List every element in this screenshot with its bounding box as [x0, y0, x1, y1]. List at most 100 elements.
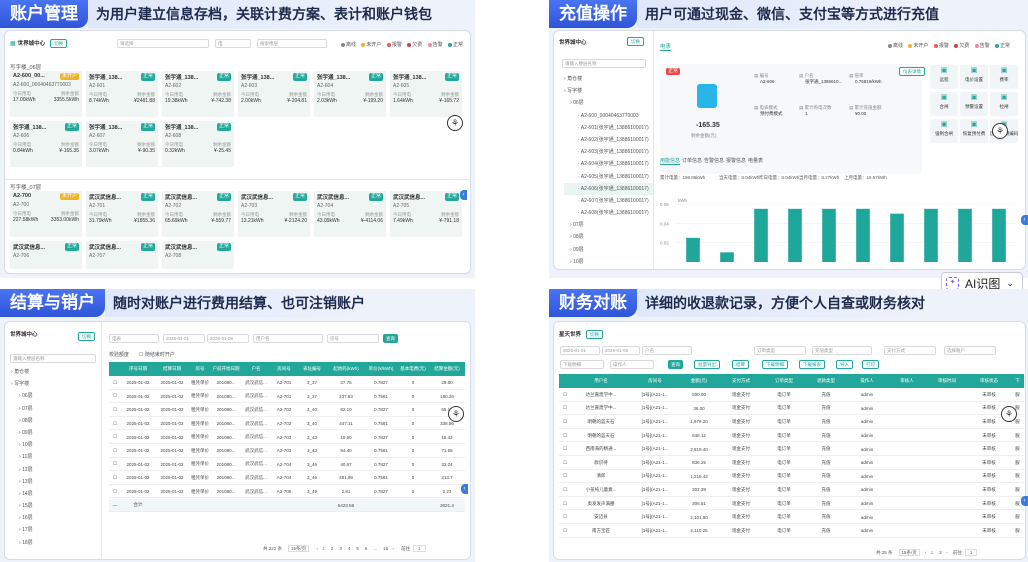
- page-number[interactable]: ...: [373, 546, 377, 551]
- table-row[interactable]: ☐ 小孩纯儿童素... [1号](A21-1... 302.39 现金支付 电订单 充值 ad…: [559, 484, 1024, 497]
- row-checkbox[interactable]: ☐: [559, 528, 571, 534]
- row-checkbox[interactable]: ☐: [559, 473, 571, 479]
- column-header[interactable]: 金额(元): [679, 378, 719, 384]
- meter-card[interactable]: 武汉武信息... 正常 A2-703 今日用电 剩余金额 13.21kWh ¥-2124.2…: [238, 191, 310, 237]
- page-number[interactable]: 3: [339, 546, 342, 551]
- meter-card[interactable]: A2-700 未开户 A2-700 今日用电 剩余金额 227.58kWh 3353.00k…: [10, 191, 82, 237]
- column-header[interactable]: 审核时间: [927, 378, 967, 384]
- row-checkbox[interactable]: ☐: [559, 405, 571, 411]
- meter-card[interactable]: 武汉武信息... 正常 A2-705 今日用电 剩余金额 7.49kWh ¥-791.18: [390, 191, 462, 237]
- row-checkbox[interactable]: ☐: [109, 380, 121, 386]
- prev-page-icon[interactable]: ‹: [315, 546, 319, 551]
- column-header[interactable]: 表址编号: [297, 366, 327, 372]
- tree-node[interactable]: › 12层: [11, 464, 97, 476]
- meter-card[interactable]: 武汉武信息... 正常 A2-708: [162, 241, 234, 269]
- table-row[interactable]: ☐ 西南海的精通... [1号](A21-1... 2,819.40 现金支付 电订单 充值…: [559, 443, 1024, 456]
- order-type-select[interactable]: 订单类型: [754, 346, 806, 355]
- operator-input[interactable]: 操作人: [610, 360, 654, 369]
- tree-node[interactable]: › 08层: [564, 231, 654, 243]
- column-header[interactable]: 房间号: [271, 366, 297, 372]
- action-button[interactable]: ▣ 合闸: [930, 92, 958, 116]
- tree-node[interactable]: · A2-603(张宇通_13886100017): [564, 146, 654, 158]
- column-header[interactable]: 基本电费(元): [397, 366, 429, 372]
- row-checkbox[interactable]: ☐: [559, 501, 571, 507]
- meter-card[interactable]: 张宇通_138... 正常 A2-607 今日用电 剩余金额 3.07kWh ¥-90.35: [86, 121, 158, 167]
- tree-node[interactable]: › 07层: [11, 403, 97, 415]
- meter-card[interactable]: 张宇通_138... 正常 A2-606 今日用电 剩余金额 0.84kWh ¥-165.3…: [10, 121, 82, 167]
- meter-card[interactable]: 张宇通_138... 正常 A2-603 今日用电 剩余金额 2.00kWh ¥-204.8…: [238, 71, 310, 117]
- search-button[interactable]: 查询: [668, 360, 683, 369]
- tree-node[interactable]: › 16层: [11, 512, 97, 524]
- settle-button[interactable]: 结算: [732, 360, 749, 369]
- print-button[interactable]: 打印: [862, 360, 879, 369]
- meter-detail-button[interactable]: 仪表详情: [899, 67, 925, 76]
- tree-node[interactable]: · A2-607(张宇通_13886100017): [564, 195, 654, 207]
- tree-node[interactable]: › 06层: [564, 97, 654, 109]
- tree-node[interactable]: › 写字楼: [11, 378, 97, 390]
- table-row[interactable]: ☐ 南方宝匠 [1号](A21-1... 2,110.25 现金支付 电订单 充值 admin…: [559, 525, 1024, 538]
- start-date-input[interactable]: 2025-01-01: [163, 334, 205, 343]
- table-row[interactable]: ☐ 明朝的蓝天石 [1号](A21-1... 648.12 现金支付 电订单 充值 admin…: [559, 430, 1024, 443]
- row-checkbox[interactable]: ☐: [559, 487, 571, 493]
- floor-search-input[interactable]: 请输入楼层名称: [10, 354, 96, 363]
- table-row[interactable]: ☐ 达兰嘉煌学中... [1号](A21-1... 36.00 现金支付 电订单 充值 adm…: [559, 403, 1024, 416]
- end-date-input[interactable]: 2025-01-08: [207, 334, 249, 343]
- table-row[interactable]: ☐ 2025-01-02 2025-01-02 租凭单价 201080... 武汉武信..…: [109, 418, 465, 431]
- assistant-icon[interactable]: ⚘: [448, 406, 464, 422]
- action-button[interactable]: ▣ 电价设置: [960, 65, 988, 89]
- table-row[interactable]: ☐ 明朝的蓝天石 [1号](A21-1... 1,879.20 现金支付 电订单 充值 adm…: [559, 416, 1024, 429]
- action-button[interactable]: ▣ 强制合闸: [930, 119, 958, 143]
- switch-button[interactable]: 切换: [586, 329, 604, 339]
- page-number[interactable]: 15: [383, 546, 388, 551]
- row-checkbox[interactable]: ☐: [559, 514, 571, 520]
- switch-button[interactable]: 切换: [78, 332, 95, 341]
- column-header[interactable]: 用户名: [571, 378, 631, 384]
- table-row[interactable]: ☐ 清郎 [1号](A21-1... 1,218.42 现金支付 电订单 充值 admin 未审…: [559, 471, 1024, 484]
- meter-card[interactable]: 武汉武信息... 正常 A2-704 今日用电 剩余金额 43.09kWh ¥-4114.0…: [314, 191, 386, 237]
- column-header[interactable]: 审核人: [887, 378, 927, 384]
- page-size-select[interactable]: 15条/页: [288, 545, 310, 552]
- switch-button[interactable]: 切换: [50, 38, 68, 48]
- search-button[interactable]: 查询: [383, 334, 398, 343]
- info-tab[interactable]: 电量表: [748, 157, 763, 164]
- row-checkbox[interactable]: ☐: [559, 433, 571, 439]
- tree-node[interactable]: › 18层: [11, 537, 97, 549]
- tree-node[interactable]: · A2-605(张宇通_13886100017): [564, 171, 654, 183]
- collapse-handle[interactable]: ‹: [461, 484, 468, 494]
- info-tab[interactable]: 报警信息: [726, 157, 746, 164]
- floor-search-input[interactable]: 搜索楼层: [257, 39, 327, 48]
- meter-card[interactable]: 武汉武信息... 正常 A2-702 今日用电 剩余金额 65.69kWh ¥-559.77: [162, 191, 234, 237]
- username-input[interactable]: 用户名: [253, 334, 323, 343]
- next-page-icon[interactable]: ›: [391, 546, 395, 551]
- table-row[interactable]: ☐ 2025-01-02 2025-01-02 租凭单价 201080... 武汉武信..…: [109, 431, 465, 444]
- info-tab[interactable]: 告警信息: [704, 157, 724, 164]
- tree-node[interactable]: · A2-602(张宇通_13886100017): [564, 134, 654, 146]
- row-checkbox[interactable]: ☐: [109, 407, 121, 413]
- tree-node[interactable]: · A2-601(张宇通_13886100017): [564, 122, 654, 134]
- sub-detail-select[interactable]: 下级明细: [560, 360, 604, 369]
- meter-card[interactable]: A2-600_00... 未开户 A2-600_00040463770003 今日用电…: [10, 71, 82, 117]
- row-checkbox[interactable]: ☐: [559, 460, 571, 466]
- action-button[interactable]: ▣ 拉闸: [990, 92, 1018, 116]
- column-header[interactable]: 结算日期: [155, 366, 189, 372]
- row-checkbox[interactable]: ☐: [109, 434, 121, 440]
- page-number[interactable]: 4: [348, 546, 351, 551]
- goto-page-input[interactable]: 1: [413, 545, 426, 552]
- end-date-input[interactable]: 2025-01-08: [602, 346, 640, 355]
- download-detail-button[interactable]: 下载明细: [762, 360, 788, 369]
- meter-card[interactable]: 张宇通_138... 正常 A2-608 今日用电 剩余金额 0.32kWh ¥-25.45: [162, 121, 234, 167]
- collapse-handle[interactable]: ‹: [1021, 496, 1028, 506]
- download-report-button[interactable]: 下载报表: [799, 360, 825, 369]
- column-header[interactable]: 房间号: [631, 378, 679, 384]
- column-header[interactable]: 退款类型: [805, 378, 847, 384]
- import-button[interactable]: 导入: [836, 360, 853, 369]
- switch-button[interactable]: 切换: [627, 37, 644, 46]
- action-button[interactable]: ▣ 预警设置: [960, 92, 988, 116]
- meter-card[interactable]: 武汉武信息... 正常 A2-701 今日用电 剩余金额 31.79kWh ¥1855.36: [86, 191, 158, 237]
- collapse-handle[interactable]: ‹: [1021, 215, 1028, 225]
- row-checkbox[interactable]: —: [109, 503, 121, 508]
- tree-node[interactable]: › 10层: [11, 439, 97, 451]
- page-number[interactable]: 6: [365, 546, 368, 551]
- table-total-row[interactable]: — 合计 5423.56 2021.4: [109, 499, 465, 512]
- row-checkbox[interactable]: ☐: [109, 448, 121, 454]
